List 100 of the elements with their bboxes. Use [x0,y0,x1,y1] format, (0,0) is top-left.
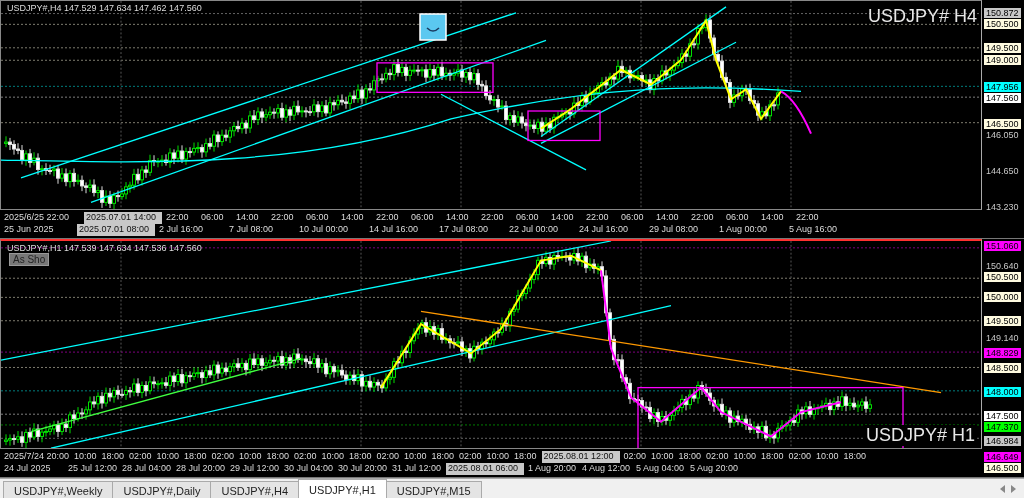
time-label: 1 Aug 00:00 [719,224,769,237]
chart-tab[interactable]: USDJPY#,Weekly [3,481,114,498]
time-label: 14:00 [341,212,365,225]
price-label: 147.560 [984,92,1021,103]
time-label: 22:00 [271,212,295,225]
price-label: 144.650 [985,165,1020,176]
time-label: 22:00 [691,212,715,225]
time-label: 22 Jul 00:00 [509,224,560,237]
time-label: 10:00 [239,451,263,464]
time-label: 14:00 [446,212,470,225]
time-label: 22:00 [376,212,400,225]
time-label: 2025/7/24 20:00 [4,451,71,464]
time-label: 24 Jul 16:00 [579,224,630,237]
time-label: 10 Jul 00:00 [299,224,350,237]
time-label: 14:00 [236,212,260,225]
time-label: 10:00 [816,451,840,464]
time-label: 02:00 [129,451,153,464]
time-label: 28 Jul 04:00 [122,463,173,476]
symbol-label: USDJPY# H4 [867,6,977,27]
time-label: 06:00 [201,212,225,225]
as-shown-button[interactable]: As Sho [9,253,50,266]
crosshair-time-label: 2025.08.01 06:00 [446,463,524,476]
time-label: 25 Jun 2025 [4,224,55,237]
time-label: 14:00 [761,212,785,225]
time-label: 18:00 [431,451,456,464]
time-label: 02:00 [706,451,730,464]
time-label: 18:00 [101,451,126,464]
time-label: 06:00 [726,212,750,225]
time-label: 30 Jul 20:00 [338,463,389,476]
time-label: 18:00 [349,451,373,464]
time-label: 25 Jul 12:00 [68,463,119,476]
time-label: 24 Jul 2025 [4,463,52,476]
price-label: 149.500 [984,315,1021,326]
time-label: 10:00 [156,451,181,464]
chart-header: USDJPY#,H1 147.539 147.634 147.536 147.560 [7,243,202,253]
time-label: 02:00 [623,451,648,464]
chart-tab[interactable]: USDJPY#,M15 [385,481,482,498]
time-label: 30 Jul 04:00 [284,463,335,476]
time-label: 5 Aug 20:00 [690,463,740,476]
price-label: 147.500 [984,411,1021,422]
time-label: 7 Jul 08:00 [229,224,275,237]
chart-header: USDJPY#,H4 147.529 147.634 147.462 147.560 [7,3,202,13]
price-label: 149.140 [985,332,1020,343]
time-label: 18:00 [843,451,868,464]
time-label: 02:00 [459,451,483,464]
crosshair-time-label: 2025.07.01 08:00 [77,224,155,237]
price-label: 151.060 [984,241,1021,251]
time-label: 31 Jul 12:00 [392,463,443,476]
time-label: 18:00 [761,451,785,464]
time-label: 14:00 [551,212,575,225]
price-label: 146.500 [984,118,1021,129]
price-label: 146.649 [984,451,1021,462]
chart-tab[interactable]: USDJPY#,H4 [210,481,300,498]
time-label: 22:00 [796,212,820,225]
price-label: 150.500 [984,272,1021,283]
time-label: 10:00 [651,451,675,464]
price-label: 148.829 [984,347,1021,358]
price-label: 150.640 [985,261,1020,272]
time-label: 5 Aug 16:00 [789,224,839,237]
price-label: 147.956 [984,81,1021,92]
price-label: 143.230 [985,202,1020,212]
time-label: 18:00 [678,451,703,464]
crosshair-time-label: 2025.08.01 12:00 [541,451,620,464]
time-label: 02:00 [211,451,236,464]
price-label: 148.000 [984,387,1021,398]
time-label: 10:00 [404,451,428,464]
price-label: 148.500 [984,363,1021,374]
time-label: 18:00 [184,451,208,464]
time-label: 2 Jul 16:00 [159,224,205,237]
time-label: 10:00 [486,451,511,464]
time-label: 22:00 [166,212,190,225]
price-label: 146.984 [984,435,1021,446]
chart-tab[interactable]: USDJPY#,H1 [298,479,387,498]
chart-tab[interactable]: USDJPY#,Daily [112,481,212,498]
time-label: 18:00 [514,451,538,464]
time-label: 29 Jul 08:00 [649,224,700,237]
price-label: 149.000 [984,55,1021,66]
time-label: 10:00 [321,451,346,464]
time-label: 10:00 [733,451,758,464]
time-label: 22:00 [586,212,610,225]
time-label: 10:00 [74,451,98,464]
time-label: 1 Aug 20:00 [528,463,578,476]
price-label: 150.500 [984,18,1021,29]
time-label: 06:00 [411,212,435,225]
time-label: 28 Jul 20:00 [176,463,227,476]
time-label: 2025/6/25 22:00 [4,212,71,225]
time-label: 4 Aug 12:00 [582,463,632,476]
time-label: 02:00 [788,451,813,464]
time-label: 14 Jul 16:00 [369,224,420,237]
time-label: 06:00 [516,212,540,225]
time-label: 02:00 [376,451,401,464]
price-label: 147.370 [984,422,1021,433]
symbol-label: USDJPY# H1 [863,425,977,447]
time-label: 17 Jul 08:00 [439,224,490,237]
price-label: 149.500 [984,42,1021,53]
time-label: 14:00 [656,212,680,225]
price-label: 146.050 [985,130,1020,141]
price-label: 150.872 [984,7,1021,18]
time-label: 29 Jul 12:00 [230,463,281,476]
time-label: 06:00 [621,212,645,225]
